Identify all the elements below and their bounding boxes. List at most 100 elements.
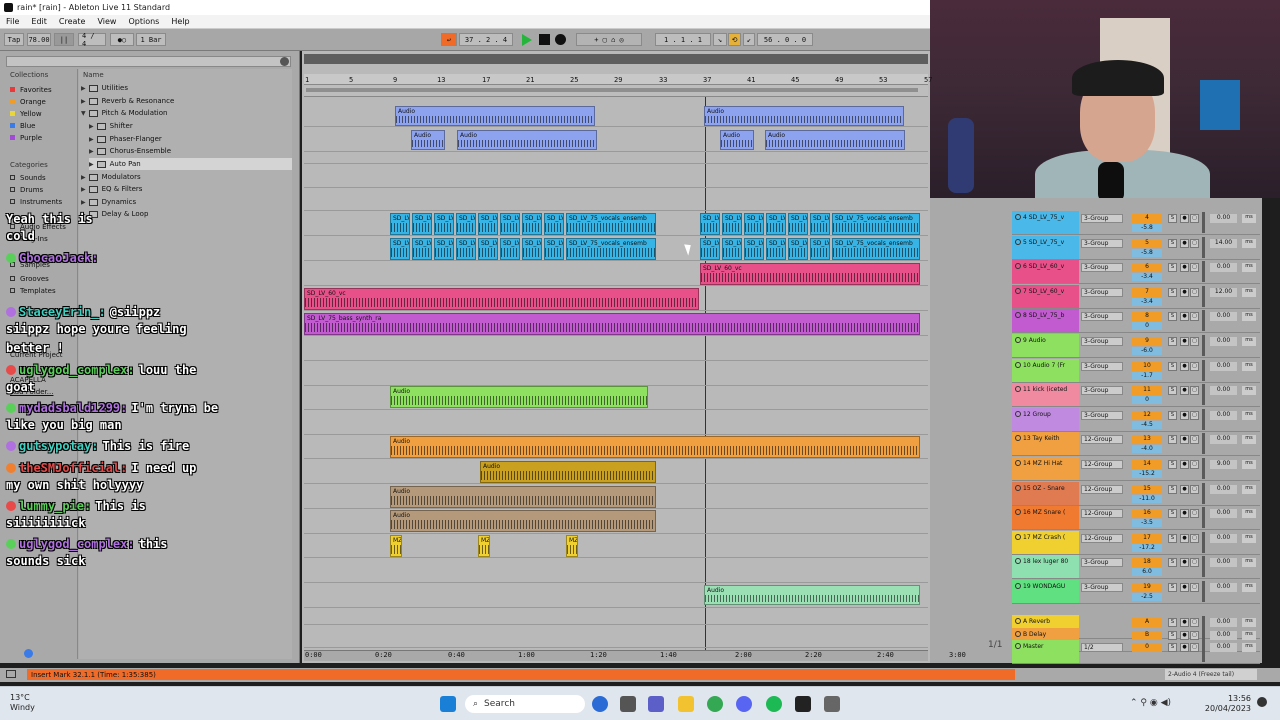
- track-number[interactable]: 18: [1132, 558, 1162, 568]
- output-routing-select[interactable]: 3-Group: [1081, 238, 1123, 248]
- track-name[interactable]: 11 kick (iceted: [1012, 383, 1079, 407]
- arm-button[interactable]: ●: [1180, 583, 1189, 592]
- mixer-track[interactable]: 19 WONDAGU 3-Group 19 -2.5 S ● ▢ 0.00 ms: [1012, 580, 1260, 604]
- category-templates[interactable]: Templates: [10, 285, 56, 296]
- solo-button[interactable]: S: [1168, 386, 1177, 396]
- spotify-icon[interactable]: [766, 696, 782, 712]
- arm-button[interactable]: ●: [1180, 618, 1189, 627]
- track-send-value[interactable]: 0.00: [1210, 386, 1237, 396]
- output-routing-select[interactable]: 12-Group: [1081, 533, 1123, 543]
- audio-clip[interactable]: SD_LV_60_vc: [700, 263, 920, 285]
- monitor-button[interactable]: ▢: [1190, 583, 1199, 592]
- audio-clip[interactable]: MZ: [566, 535, 578, 557]
- track-activator-icon[interactable]: [1015, 618, 1021, 624]
- track-send-value[interactable]: 0.00: [1210, 643, 1237, 652]
- audio-clip[interactable]: SD_LV_75_vocals_ensemb: [434, 213, 454, 235]
- audio-clip[interactable]: MZ: [390, 535, 402, 557]
- audio-clip[interactable]: Audio: [765, 130, 905, 150]
- arm-button[interactable]: ●: [1180, 214, 1189, 223]
- track-activator-icon[interactable]: [1015, 337, 1021, 343]
- loop-start-field[interactable]: 1 . 1 . 1: [655, 33, 711, 46]
- monitor-button[interactable]: ▢: [1190, 435, 1199, 445]
- track-number[interactable]: 0: [1132, 643, 1162, 652]
- mixer-track[interactable]: 6 SD_LV_60_v 3-Group 6 -3.4 S ● ▢ 0.00 ms: [1012, 260, 1260, 285]
- menu-file[interactable]: File: [0, 17, 25, 26]
- monitor-button[interactable]: ▢: [1190, 509, 1199, 519]
- audio-clip[interactable]: SD_LV_75_vocals_ensemb: [456, 238, 476, 260]
- automation-buttons[interactable]: + ▢ ⌂ ◎: [576, 33, 642, 46]
- category-drums[interactable]: Drums: [10, 184, 43, 195]
- audio-clip[interactable]: Audio: [411, 130, 445, 150]
- track-number[interactable]: 12: [1132, 410, 1162, 420]
- track-activator-icon[interactable]: [1015, 312, 1021, 319]
- track-send-value[interactable]: 0.00: [1210, 533, 1237, 543]
- audio-clip[interactable]: Audio: [390, 510, 656, 532]
- audio-clip[interactable]: SD_LV_75_vocals_ensemb: [744, 213, 764, 235]
- solo-button[interactable]: S: [1168, 509, 1177, 519]
- arm-button[interactable]: ●: [1180, 287, 1189, 297]
- arm-button[interactable]: ●: [1180, 238, 1189, 248]
- track-volume[interactable]: -6.0: [1132, 347, 1162, 355]
- arm-button[interactable]: ●: [1180, 312, 1189, 322]
- track-activator-icon[interactable]: [1015, 630, 1021, 637]
- audio-clip[interactable]: SD_LV_75_bass_synth_ra: [304, 313, 920, 335]
- track-send-value[interactable]: 12.00: [1210, 287, 1237, 297]
- track-volume[interactable]: -3.4: [1132, 273, 1162, 282]
- monitor-button[interactable]: ▢: [1190, 214, 1199, 223]
- loop-length-field[interactable]: 56 . 0 . 0: [757, 33, 813, 46]
- browser-item-dynamics[interactable]: ▶ Dynamics: [81, 196, 291, 208]
- track-activator-icon[interactable]: [1015, 238, 1021, 245]
- track-send-value[interactable]: 0.00: [1210, 410, 1237, 420]
- audio-clip[interactable]: Audio: [390, 436, 920, 458]
- track-name[interactable]: 7 SD_LV_60_v: [1012, 284, 1079, 308]
- output-routing-select[interactable]: 3-Group: [1081, 361, 1123, 371]
- mixer-track[interactable]: 11 kick (iceted 3-Group 11 0 S ● ▢ 0.00 ms: [1012, 383, 1260, 408]
- mixer-track[interactable]: 9 Audio 3-Group 9 -6.0 S ● ▢ 0.00 ms: [1012, 334, 1260, 358]
- arrangement-position-field[interactable]: 37 . 2 . 4: [459, 33, 513, 46]
- output-routing-select[interactable]: 3-Group: [1081, 386, 1123, 396]
- track-activator-icon[interactable]: [1015, 643, 1021, 649]
- audio-clip[interactable]: SD_LV_75_vocals_ensemb: [478, 238, 498, 260]
- track-name[interactable]: 13 Tay Keith: [1012, 432, 1079, 456]
- audio-clip[interactable]: MZ: [478, 535, 490, 557]
- browser-item-delay-loop[interactable]: ▶ Delay & Loop: [81, 208, 291, 220]
- arm-button[interactable]: ●: [1180, 337, 1189, 346]
- overview-toggle-icon[interactable]: [6, 670, 16, 678]
- audio-clip[interactable]: SD_LV_75_vocals_ensemb: [456, 213, 476, 235]
- track-number[interactable]: 15: [1132, 484, 1162, 494]
- track-name[interactable]: 6 SD_LV_60_v: [1012, 260, 1079, 284]
- solo-button[interactable]: S: [1168, 312, 1177, 322]
- track-send-value[interactable]: 0.00: [1210, 361, 1237, 371]
- track-volume[interactable]: -4.0: [1132, 445, 1162, 454]
- solo-button[interactable]: S: [1168, 533, 1177, 543]
- expand-triangle-icon[interactable]: ▶: [89, 148, 94, 155]
- copilot-icon[interactable]: [592, 696, 608, 712]
- track-number[interactable]: 19: [1132, 583, 1162, 592]
- track-number[interactable]: 11: [1132, 386, 1162, 396]
- output-routing-select[interactable]: 3-Group: [1081, 214, 1123, 223]
- track-activator-icon[interactable]: [1015, 410, 1021, 417]
- audio-clip[interactable]: SD_LV_75_vocals_ensemb: [390, 238, 410, 260]
- expand-triangle-icon[interactable]: ▶: [89, 123, 94, 130]
- loop-switch-button[interactable]: ⟲: [728, 33, 741, 46]
- track-volume[interactable]: 0: [1132, 322, 1162, 331]
- audio-clip[interactable]: SD_LV_75_vocals_ensemb: [478, 213, 498, 235]
- taskbar-search[interactable]: ⌕ Search: [465, 695, 585, 713]
- track-volume[interactable]: -3.5: [1132, 519, 1162, 528]
- tap-tempo-button[interactable]: Tap: [4, 33, 24, 46]
- audio-clip[interactable]: Audio: [457, 130, 597, 150]
- audio-clip[interactable]: SD_LV_75_vocals_ensemb: [412, 213, 432, 235]
- loop-brace-ruler[interactable]: [304, 85, 928, 97]
- track-activator-icon[interactable]: [1015, 361, 1021, 368]
- audio-clip[interactable]: Audio: [390, 486, 656, 508]
- track-send-value[interactable]: 14.00: [1210, 238, 1237, 248]
- arm-button[interactable]: ●: [1180, 361, 1189, 371]
- mixer-track[interactable]: 13 Tay Keith 12-Group 13 -4.0 S ● ▢ 0.00 ms: [1012, 432, 1260, 457]
- audio-clip[interactable]: SD_LV_60_vc: [304, 288, 699, 310]
- track-volume[interactable]: 6.0: [1132, 568, 1162, 577]
- solo-button[interactable]: S: [1168, 435, 1177, 445]
- monitor-button[interactable]: ▢: [1190, 386, 1199, 396]
- browser-item-pitch-modulation[interactable]: ▼ Pitch & Modulation: [81, 107, 291, 119]
- track-name[interactable]: 9 Audio: [1012, 334, 1079, 357]
- tempo-field[interactable]: 78.00: [27, 33, 51, 46]
